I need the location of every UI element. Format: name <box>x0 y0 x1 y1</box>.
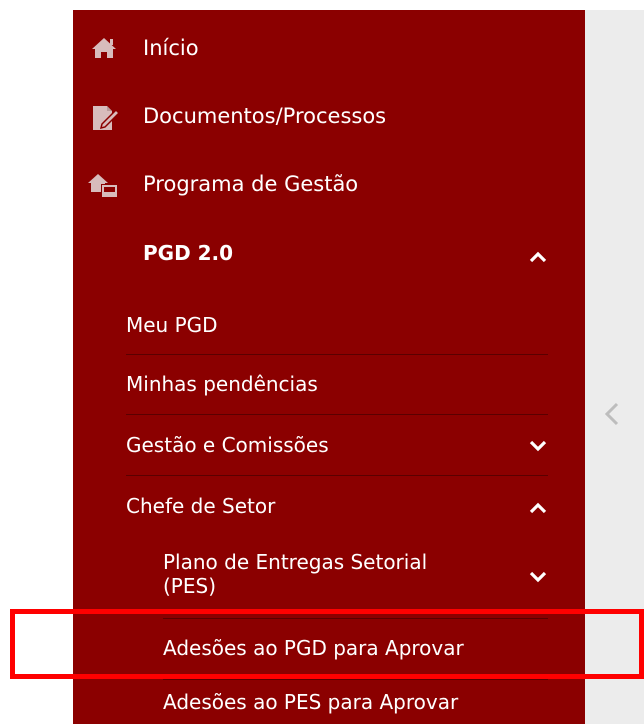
sidebar-item-minhas-pendencias[interactable]: Minhas pendências <box>73 355 585 414</box>
app-root: Início Documentos/Processos Programa de … <box>0 0 644 724</box>
sidebar-item-meu-pgd[interactable]: Meu PGD <box>73 300 585 354</box>
sidebar-item-inicio[interactable]: Início <box>73 28 585 74</box>
sidebar-item-chefe-setor[interactable]: Chefe de Setor <box>73 476 585 538</box>
sidebar-nav: Início Documentos/Processos Programa de … <box>73 10 585 724</box>
chevron-left-icon[interactable] <box>601 400 623 428</box>
sidebar-item-label: Plano de Entregas Setorial (PES) <box>163 550 427 598</box>
sidebar-item-label: Documentos/Processos <box>143 104 387 128</box>
sidebar-item-label: Gestão e Comissões <box>126 433 329 457</box>
home-gear-icon <box>88 174 118 198</box>
chevron-up-icon <box>529 502 547 514</box>
sidebar-item-label: Início <box>143 36 199 60</box>
sidebar-item-documentos[interactable]: Documentos/Processos <box>73 96 585 142</box>
edit-document-icon <box>93 106 120 130</box>
sidebar-item-label: Adesões ao PES para Aprovar <box>163 690 459 714</box>
home-icon <box>92 38 116 58</box>
content-panel-edge <box>585 10 644 724</box>
sidebar-item-label: Programa de Gestão <box>143 172 359 196</box>
sidebar-item-label: Minhas pendências <box>126 372 318 396</box>
sidebar-item-adesoes-pgd[interactable]: Adesões ao PGD para Aprovar <box>73 619 585 679</box>
sidebar-item-label: Meu PGD <box>126 313 218 337</box>
sidebar-item-label: PGD 2.0 <box>143 241 234 265</box>
sidebar-item-label: Adesões ao PGD para Aprovar <box>163 636 464 660</box>
sidebar-item-plano-entregas[interactable]: Plano de Entregas Setorial (PES) <box>73 538 585 618</box>
label-line: Plano de Entregas Setorial <box>163 550 428 574</box>
sidebar-item-label: Chefe de Setor <box>126 494 276 518</box>
sidebar-item-pgd-2[interactable]: PGD 2.0 <box>73 232 585 278</box>
sidebar-item-adesoes-pes[interactable]: Adesões ao PES para Aprovar <box>73 680 585 724</box>
chevron-up-icon <box>529 251 547 263</box>
sidebar-item-gestao-comissoes[interactable]: Gestão e Comissões <box>73 415 585 475</box>
chevron-down-icon <box>529 440 547 452</box>
chevron-down-icon <box>529 571 547 583</box>
sidebar-item-programa-gestao[interactable]: Programa de Gestão <box>73 164 585 210</box>
label-line: (PES) <box>163 574 216 598</box>
